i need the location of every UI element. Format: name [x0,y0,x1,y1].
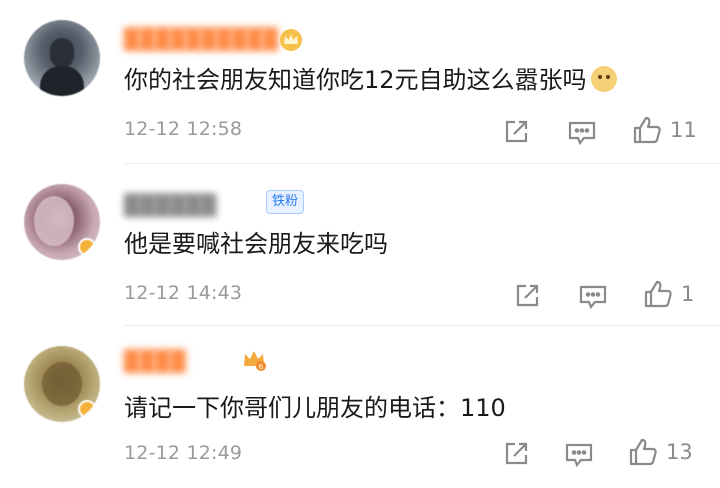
share-button[interactable] [502,439,530,469]
share-button[interactable] [502,117,530,147]
share-icon [505,120,528,143]
like-button[interactable]: 11 [632,115,697,145]
comment-item: ██████████ 你的社会朋友知道你吃12元自助这么嚣张吗 12-12 12… [0,0,720,162]
share-icon [505,442,528,465]
vip-crown-icon: 6 [244,351,266,371]
like-count: 13 [666,440,693,464]
comment-icon [579,285,607,310]
timestamp: 12-12 12:58 [124,118,243,140]
avatar[interactable] [24,346,100,422]
avatar[interactable] [24,20,100,96]
like-button[interactable]: 13 [628,437,693,467]
comment-text: 你的社会朋友知道你吃12元自助这么嚣张吗 [124,64,617,96]
username[interactable]: ██████████ [124,28,278,50]
thumbs-up-icon [629,438,657,466]
thumbs-up-icon [644,280,672,308]
comment-text-body: 你的社会朋友知道你吃12元自助这么嚣张吗 [124,66,587,94]
doge-emoji-icon [590,66,617,92]
share-icon [516,284,539,307]
like-button[interactable]: 1 [643,279,694,309]
comment-button[interactable] [578,281,608,311]
fan-badge: 铁粉 [266,190,305,214]
timestamp: 12-12 14:43 [124,282,243,304]
comment-icon [568,121,596,146]
verified-badge-icon [78,238,96,256]
comment-button[interactable] [567,117,597,147]
timestamp: 12-12 12:49 [124,442,243,464]
share-button[interactable] [513,281,541,311]
avatar[interactable] [24,184,100,260]
comment-item: ██████ 铁粉 他是要喊社会朋友来吃吗 12-12 14:43 1 [0,164,720,326]
username[interactable]: ██████ [124,194,216,216]
comment-text: 请记一下你哥们儿朋友的电话：110 [124,394,506,422]
verified-badge-icon [78,400,96,418]
crown-icon [280,29,302,51]
comment-item: ████ 6 请记一下你哥们儿朋友的电话：110 12-12 12:49 13 [0,326,720,488]
vip-level-text: 6 [259,363,264,371]
comment-text: 他是要喊社会朋友来吃吗 [124,230,388,258]
comment-icon [565,443,593,468]
comment-button[interactable] [564,439,594,469]
username[interactable]: ████ [124,350,186,372]
like-count: 11 [670,118,697,142]
like-count: 1 [681,282,695,306]
thumbs-up-icon [633,116,661,144]
